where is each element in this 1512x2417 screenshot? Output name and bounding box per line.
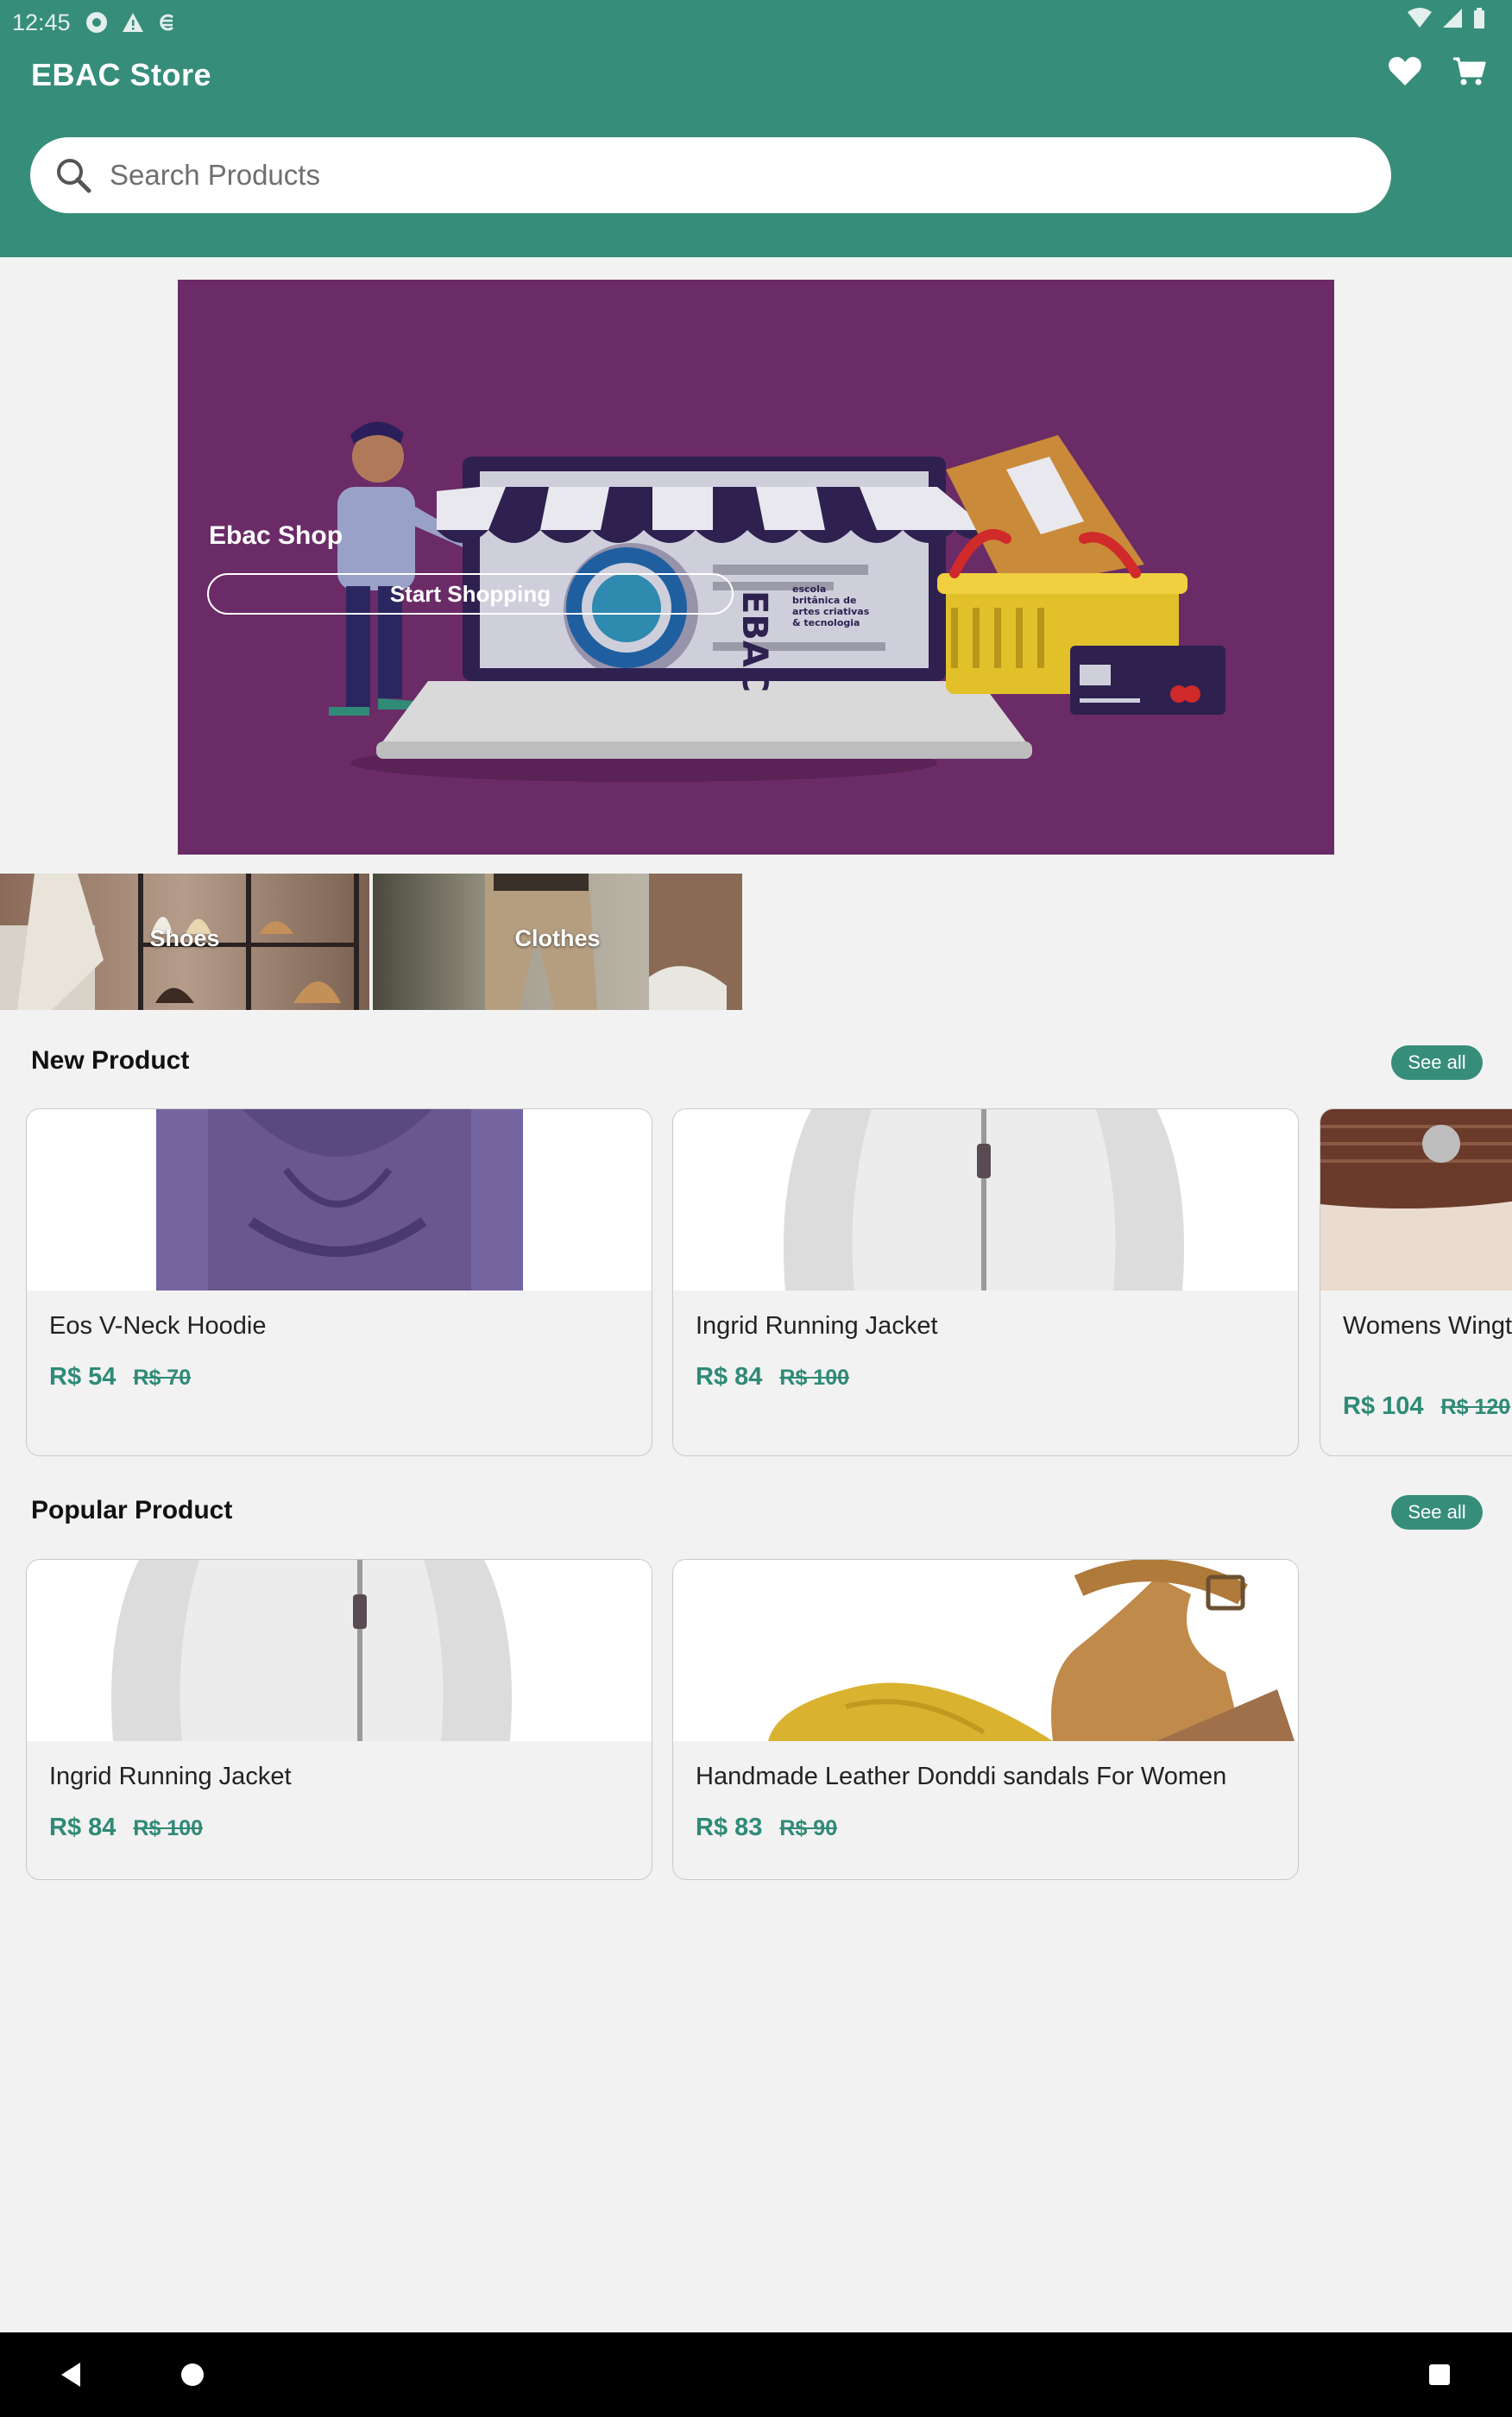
search-bar[interactable]	[30, 137, 1391, 213]
product-image	[673, 1560, 1298, 1741]
search-icon	[57, 159, 91, 193]
jacket-image	[111, 1560, 512, 1741]
favorites-heart-icon[interactable]	[1388, 55, 1422, 86]
recents-icon	[1429, 2364, 1450, 2385]
price-row: R$ 83 R$ 90	[696, 1814, 837, 1842]
product-old-price: R$ 100	[779, 1366, 850, 1390]
hoodie-image	[156, 1109, 523, 1291]
status-time: 12:45	[12, 9, 71, 35]
home-icon	[181, 2363, 204, 2386]
start-shopping-button[interactable]: Start Shopping	[207, 573, 734, 615]
header-actions	[1388, 55, 1486, 86]
battery-icon	[1474, 8, 1484, 28]
product-price: R$ 84	[49, 1814, 117, 1841]
new-product-title: New Product	[31, 1046, 190, 1075]
popular-product-see-all-button[interactable]: See all	[1391, 1495, 1483, 1530]
promo-banner[interactable]: EBAC escola britânica de artes criativas…	[178, 280, 1334, 855]
product-old-price: R$ 120	[1440, 1395, 1511, 1419]
sandals-image	[768, 1560, 1295, 1741]
svg-text:& tecnologia: & tecnologia	[792, 617, 860, 628]
product-old-price: R$ 70	[133, 1366, 192, 1390]
product-name: Eos V-Neck Hoodie	[49, 1312, 267, 1340]
app-title: EBAC Store	[31, 57, 212, 92]
product-name: Handmade Leather Donddi sandals For Wome…	[696, 1763, 1227, 1790]
category-list: Shoes Clothes	[0, 874, 742, 1010]
new-product-see-all-button[interactable]: See all	[1391, 1045, 1483, 1080]
product-card[interactable]: Handmade Leather Donddi sandals For Wome…	[672, 1559, 1299, 1880]
svg-text:artes criativas: artes criativas	[792, 606, 870, 617]
price-row: R$ 104 R$ 120	[1343, 1392, 1510, 1421]
svg-text:escola: escola	[792, 584, 826, 595]
product-old-price: R$ 90	[779, 1816, 838, 1840]
product-name: Ingrid Running Jacket	[696, 1312, 938, 1340]
recents-button[interactable]	[1388, 2332, 1491, 2417]
cart-icon[interactable]	[1452, 55, 1486, 86]
product-price: R$ 83	[696, 1814, 763, 1841]
product-card[interactable]: Ingrid Running Jacket R$ 84 R$ 100	[672, 1108, 1299, 1456]
banner-illustration: EBAC escola britânica de artes criativas…	[329, 421, 1225, 782]
product-card[interactable]: Eos V-Neck Hoodie R$ 54 R$ 70	[26, 1108, 652, 1456]
category-shoes[interactable]: Shoes	[0, 874, 369, 1010]
product-name: Ingrid Running Jacket	[49, 1763, 292, 1790]
product-card[interactable]: Womens Wingtip Lace Up Full Brogues Oxfo…	[1320, 1108, 1512, 1456]
status-bar: 12:45	[12, 5, 178, 40]
search-input[interactable]	[110, 159, 1232, 192]
top-app-bar: 12:45 EBAC Store	[0, 0, 1512, 257]
product-old-price: R$ 100	[133, 1816, 204, 1840]
product-image	[1320, 1109, 1512, 1291]
svg-text:britânica de: britânica de	[792, 595, 856, 606]
wifi-icon	[1408, 8, 1432, 28]
product-card[interactable]: Ingrid Running Jacket R$ 84 R$ 100	[26, 1559, 652, 1880]
app-screen: 12:45 EBAC Store Search Products EBAC es…	[0, 0, 1512, 2417]
price-row: R$ 84 R$ 100	[49, 1814, 203, 1842]
product-image	[27, 1109, 652, 1291]
jacket-image	[784, 1109, 1184, 1291]
price-row: R$ 54 R$ 70	[49, 1363, 191, 1392]
back-icon	[61, 2363, 80, 2387]
category-label-clothes: Clothes	[514, 925, 601, 951]
product-name: Womens Wingtip Lace Up Full Brogues Oxfo…	[1343, 1312, 1512, 1340]
popular-product-title: Popular Product	[31, 1496, 233, 1524]
warning-icon	[122, 13, 143, 32]
brogues-image	[1320, 1109, 1512, 1291]
price-row: R$ 84 R$ 100	[696, 1363, 849, 1392]
product-image	[27, 1560, 652, 1741]
product-image	[673, 1109, 1298, 1291]
category-clothes[interactable]: Clothes	[373, 874, 742, 1010]
home-button[interactable]	[141, 2332, 244, 2417]
signal-icon	[1443, 9, 1462, 28]
back-button[interactable]	[19, 2332, 123, 2417]
banner-title: Ebac Shop	[209, 521, 343, 550]
system-navigation-bar	[0, 2332, 1512, 2417]
product-price: R$ 54	[49, 1363, 117, 1391]
sync-icon	[159, 14, 173, 31]
status-icons-right	[1407, 7, 1486, 29]
category-label-shoes: Shoes	[149, 925, 220, 951]
svg-text:EBAC: EBAC	[734, 590, 774, 692]
product-price: R$ 84	[696, 1363, 763, 1391]
app-notification-icon	[85, 12, 107, 33]
product-price: R$ 104	[1343, 1392, 1424, 1420]
